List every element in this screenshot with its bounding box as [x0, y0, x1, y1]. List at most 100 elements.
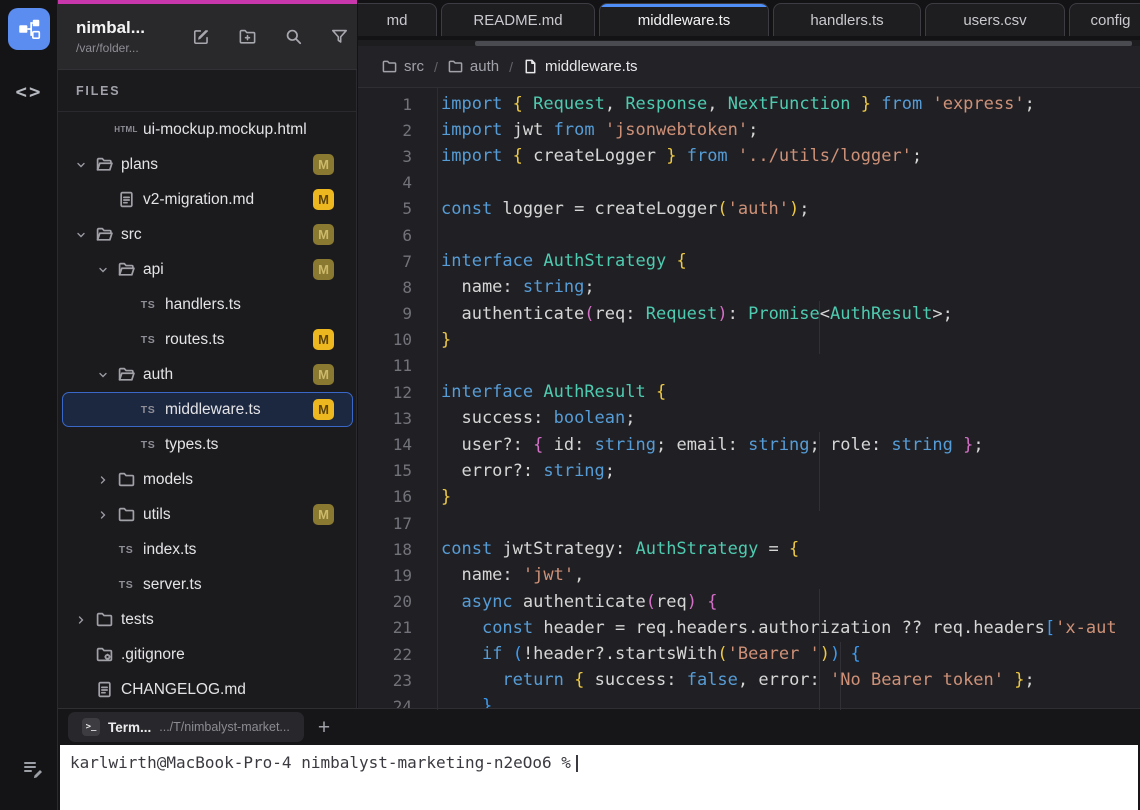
code-line-16[interactable]: 16}	[358, 484, 1140, 510]
modified-badge: M	[313, 399, 334, 420]
tree-item-ui-mockup.mockup.html[interactable]: HTML ui-mockup.mockup.html	[62, 112, 353, 147]
code-line-10[interactable]: 10}	[358, 327, 1140, 353]
code-line-11[interactable]: 11	[358, 353, 1140, 379]
app-logo[interactable]	[8, 8, 50, 50]
line-number: 15	[392, 461, 412, 481]
terminal-output[interactable]: karlwirth@MacBook-Pro-4 nimbalyst-market…	[60, 745, 1138, 810]
chevron-right-icon[interactable]	[93, 509, 113, 521]
breadcrumb-item-middleware.ts[interactable]: middleware.ts	[523, 58, 638, 75]
code-line-21[interactable]: 21 const header = req.headers.authorizat…	[358, 615, 1140, 641]
tree-item-middleware.ts[interactable]: TS middleware.ts M	[62, 392, 353, 427]
line-number: 2	[402, 120, 412, 140]
tab-md[interactable]: md	[358, 3, 437, 36]
code-line-1[interactable]: 1 import { Request, Response, NextFunctio…	[358, 91, 1140, 117]
tree-item-tests[interactable]: tests	[62, 602, 353, 637]
terminal-tab-path: .../T/nimbalyst-market...	[159, 720, 290, 734]
line-number: 10	[392, 330, 412, 350]
terminal-tab[interactable]: >_ Term... .../T/nimbalyst-market...	[68, 712, 304, 742]
chevron-down-icon[interactable]	[71, 229, 91, 241]
code-line-13[interactable]: 13 success: boolean;	[358, 405, 1140, 431]
chevron-right-icon[interactable]	[71, 614, 91, 626]
code-line-22[interactable]: 22 if (!header?.startsWith('Bearer ')) {	[358, 641, 1140, 667]
tree-item-index.ts[interactable]: TS index.ts	[62, 532, 353, 567]
tree-item-types.ts[interactable]: TS types.ts	[62, 427, 353, 462]
tree-item-utils[interactable]: utils M	[62, 497, 353, 532]
code-line-5[interactable]: 5 const logger = createLogger('auth');	[358, 196, 1140, 222]
line-number: 16	[392, 487, 412, 507]
code-line-12[interactable]: 12 interface AuthResult {	[358, 379, 1140, 405]
code-line-4[interactable]: 4	[358, 170, 1140, 196]
file-icon	[523, 59, 545, 74]
tab-middleware.ts[interactable]: middleware.ts	[599, 3, 769, 36]
tree-item-label: plans	[121, 155, 159, 173]
tree-item-auth[interactable]: auth M	[62, 357, 353, 392]
tree-item-api[interactable]: api M	[62, 252, 353, 287]
code-text: const jwtStrategy: AuthStrategy = {	[441, 539, 800, 560]
tree-item-label: api	[143, 260, 164, 278]
code-line-3[interactable]: 3 import { createLogger } from '../utils/…	[358, 143, 1140, 169]
tab-README.md[interactable]: README.md	[441, 3, 595, 36]
chevron-down-icon[interactable]	[93, 369, 113, 381]
tree-item-handlers.ts[interactable]: TS handlers.ts	[62, 287, 353, 322]
tab-label: handlers.ts	[810, 11, 884, 29]
indent-guide	[819, 301, 820, 354]
tree-item-routes.ts[interactable]: TS routes.ts M	[62, 322, 353, 357]
tree-item-.gitignore[interactable]: .gitignore	[62, 637, 353, 672]
breadcrumb-item-src[interactable]: src	[382, 58, 424, 75]
code-line-9[interactable]: 9 authenticate(req: Request): Promise<Au…	[358, 301, 1140, 327]
chevron-down-icon[interactable]	[71, 159, 91, 171]
chevron-right-icon[interactable]	[93, 474, 113, 486]
breadcrumb-item-auth[interactable]: auth	[448, 58, 499, 75]
tree-item-v2-migration.md[interactable]: v2-migration.md M	[62, 182, 353, 217]
tree-item-plans[interactable]: plans M	[62, 147, 353, 182]
tree-item-CHANGELOG.md[interactable]: CHANGELOG.md	[62, 672, 353, 704]
tree-item-src[interactable]: src M	[62, 217, 353, 252]
code-line-6[interactable]: 6	[358, 222, 1140, 248]
code-line-14[interactable]: 14 user?: { id: string; email: string; r…	[358, 431, 1140, 457]
tree-item-label: middleware.ts	[165, 400, 261, 418]
new-folder-icon[interactable]	[236, 26, 258, 48]
line-number: 1	[402, 94, 412, 114]
code-view-icon[interactable]: <>	[13, 78, 45, 106]
modified-badge: M	[313, 189, 334, 210]
code-line-23[interactable]: 23 return { success: false, error: 'No B…	[358, 667, 1140, 693]
tab-label: README.md	[473, 11, 563, 29]
modified-badge: M	[313, 154, 334, 175]
tab-config[interactable]: config	[1069, 3, 1140, 36]
code-line-2[interactable]: 2 import jwt from 'jsonwebtoken';	[358, 117, 1140, 143]
new-terminal-button[interactable]: +	[318, 717, 330, 738]
tree-item-label: models	[143, 470, 193, 488]
code-text: import { Request, Response, NextFunction…	[441, 94, 1035, 115]
notes-edit-icon[interactable]	[18, 752, 48, 786]
code-editor[interactable]: 1 import { Request, Response, NextFunctio…	[358, 88, 1140, 710]
search-icon[interactable]	[282, 26, 304, 48]
tree-item-server.ts[interactable]: TS server.ts	[62, 567, 353, 602]
code-line-17[interactable]: 17	[358, 510, 1140, 536]
modified-badge: M	[313, 504, 334, 525]
breadcrumb-separator: /	[509, 58, 513, 75]
code-line-18[interactable]: 18 const jwtStrategy: AuthStrategy = {	[358, 536, 1140, 562]
code-text: }	[441, 329, 452, 350]
code-line-8[interactable]: 8 name: string;	[358, 274, 1140, 300]
code-line-7[interactable]: 7 interface AuthStrategy {	[358, 248, 1140, 274]
filter-icon[interactable]	[328, 26, 350, 48]
tab-users.csv[interactable]: users.csv	[925, 3, 1065, 36]
code-line-19[interactable]: 19 name: 'jwt',	[358, 562, 1140, 588]
typescript-file-icon: TS	[140, 403, 156, 416]
project-path: /var/folder...	[76, 41, 139, 55]
html-file-icon: HTML	[114, 125, 138, 134]
tab-handlers.ts[interactable]: handlers.ts	[773, 3, 921, 36]
file-md-icon	[113, 191, 139, 208]
tab-label: md	[386, 11, 408, 29]
tree-item-models[interactable]: models	[62, 462, 353, 497]
code-line-20[interactable]: 20 async authenticate(req) {	[358, 589, 1140, 615]
chevron-down-icon[interactable]	[93, 264, 113, 276]
line-number: 20	[392, 592, 412, 612]
folder-closed-icon	[91, 611, 117, 628]
folder-open-icon	[113, 261, 139, 278]
gutter-divider	[437, 88, 438, 710]
line-number: 21	[392, 618, 412, 638]
tree-item-label: CHANGELOG.md	[121, 680, 246, 698]
code-line-15[interactable]: 15 error?: string;	[358, 458, 1140, 484]
compose-icon[interactable]	[190, 26, 212, 48]
